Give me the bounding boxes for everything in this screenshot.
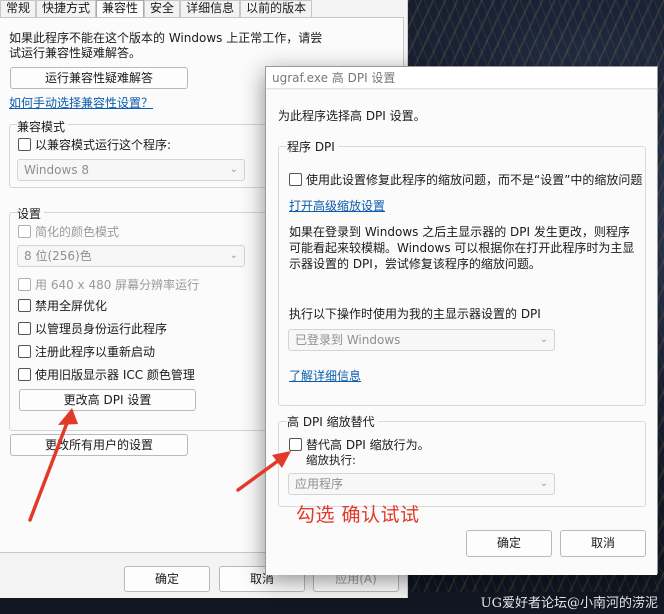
watermark: UG爱好者论坛@小南河的涝泥 <box>480 596 658 611</box>
disable-fullscreen-checkbox[interactable]: 禁用全屏优化 <box>18 297 107 314</box>
scaling-performed-by-label: 缩放执行: <box>306 453 356 467</box>
compat-mode-title: 兼容模式 <box>17 118 69 135</box>
checkbox-box[interactable] <box>289 173 302 186</box>
scaling-value: 应用程序 <box>295 477 344 491</box>
all-users-button[interactable]: 更改所有用户的设置 <box>10 434 188 456</box>
compat-mode-label: 以兼容模式运行这个程序: <box>35 138 172 152</box>
program-dpi-title: 程序 DPI <box>287 138 338 155</box>
change-dpi-button[interactable]: 更改高 DPI 设置 <box>19 389 196 411</box>
dialog-prompt: 为此程序选择高 DPI 设置。 <box>278 109 426 123</box>
dialog-ok-button[interactable]: 确定 <box>466 530 552 557</box>
program-dpi-label: 使用此设置修复此程序的缩放问题，而不是“设置”中的缩放问题 <box>306 173 643 187</box>
chevron-down-icon: ⌄ <box>229 250 238 261</box>
tab-general[interactable]: 常规 <box>0 0 37 17</box>
run-troubleshooter-button[interactable]: 运行兼容性疑难解答 <box>10 67 188 89</box>
ok-button[interactable]: 确定 <box>124 566 210 592</box>
res-640-checkbox[interactable]: 用 640 x 480 屏幕分辨率运行 <box>18 276 199 293</box>
register-restart-checkbox[interactable]: 注册此程序以重新启动 <box>18 343 155 360</box>
color-depth-value: 8 位(256)色 <box>24 249 92 263</box>
annotation-text: 勾选 确认试试 <box>296 504 420 526</box>
use-dpi-label: 执行以下操作时使用为我的主显示器设置的 DPI <box>289 307 541 321</box>
checkbox-box[interactable] <box>18 345 31 358</box>
checkbox-box[interactable] <box>18 138 31 151</box>
high-dpi-dialog: ugraf.exe 高 DPI 设置 为此程序选择高 DPI 设置。 程序 DP… <box>265 66 658 575</box>
res-640-label: 用 640 x 480 屏幕分辨率运行 <box>35 278 200 292</box>
chevron-down-icon: ⌄ <box>539 334 548 345</box>
tab-compatibility[interactable]: 兼容性 <box>96 0 145 18</box>
intro-text: 如果此程序不能在这个版本的 Windows 上正常工作，请尝试运行兼容性疑难解答… <box>9 31 323 60</box>
checkbox-box[interactable] <box>18 368 31 381</box>
advanced-scaling-link[interactable]: 打开高级缩放设置 <box>289 197 385 214</box>
chevron-down-icon: ⌄ <box>539 478 548 489</box>
reduced-color-label: 简化的颜色模式 <box>35 225 120 239</box>
checkbox-box[interactable] <box>18 322 31 335</box>
dpi-override-title: 高 DPI 缩放替代 <box>287 413 378 430</box>
compat-os-select[interactable]: Windows 8 ⌄ <box>17 159 245 181</box>
scaling-select[interactable]: 应用程序 ⌄ <box>288 473 555 495</box>
reduced-color-checkbox[interactable]: 简化的颜色模式 <box>18 223 119 240</box>
dpi-override-label: 替代高 DPI 缩放行为。 <box>306 438 430 452</box>
manual-compat-link[interactable]: 如何手动选择兼容性设置？ <box>9 94 153 111</box>
tab-details[interactable]: 详细信息 <box>180 0 241 17</box>
tab-security[interactable]: 安全 <box>144 0 181 17</box>
checkbox-box[interactable] <box>18 278 31 291</box>
run-admin-label: 以管理员身份运行此程序 <box>35 322 168 336</box>
tab-previous-versions[interactable]: 以前的版本 <box>240 0 313 17</box>
register-restart-label: 注册此程序以重新启动 <box>35 345 156 359</box>
tab-shortcut[interactable]: 快捷方式 <box>36 0 97 17</box>
checkbox-box[interactable] <box>289 438 302 451</box>
dpi-timing-value: 已登录到 Windows <box>295 333 401 347</box>
tab-bar: 常规 快捷方式 兼容性 安全 详细信息 以前的版本 <box>0 0 313 18</box>
color-depth-select[interactable]: 8 位(256)色 ⌄ <box>17 245 245 267</box>
dialog-title: ugraf.exe 高 DPI 设置 <box>266 67 657 89</box>
compat-mode-checkbox[interactable]: 以兼容模式运行这个程序: <box>18 136 171 153</box>
settings-title: 设置 <box>17 205 45 222</box>
legacy-icc-checkbox[interactable]: 使用旧版显示器 ICC 颜色管理 <box>18 366 195 383</box>
legacy-icc-label: 使用旧版显示器 ICC 颜色管理 <box>35 368 195 382</box>
program-dpi-checkbox[interactable]: 使用此设置修复此程序的缩放问题，而不是“设置”中的缩放问题 <box>289 171 642 188</box>
disable-fullscreen-label: 禁用全屏优化 <box>35 299 108 313</box>
dpi-timing-select[interactable]: 已登录到 Windows ⌄ <box>288 329 555 351</box>
program-dpi-description: 如果在登录到 Windows 之后主显示器的 DPI 发生更改，则程序可能看起来… <box>289 225 635 271</box>
dialog-cancel-button[interactable]: 取消 <box>560 530 646 557</box>
run-admin-checkbox[interactable]: 以管理员身份运行此程序 <box>18 320 167 337</box>
checkbox-box[interactable] <box>18 225 31 238</box>
compat-os-value: Windows 8 <box>24 163 90 177</box>
checkbox-box[interactable] <box>18 299 31 312</box>
dpi-override-checkbox[interactable]: 替代高 DPI 缩放行为。 <box>289 436 430 453</box>
chevron-down-icon: ⌄ <box>229 164 238 175</box>
learn-more-link[interactable]: 了解详细信息 <box>289 367 361 384</box>
